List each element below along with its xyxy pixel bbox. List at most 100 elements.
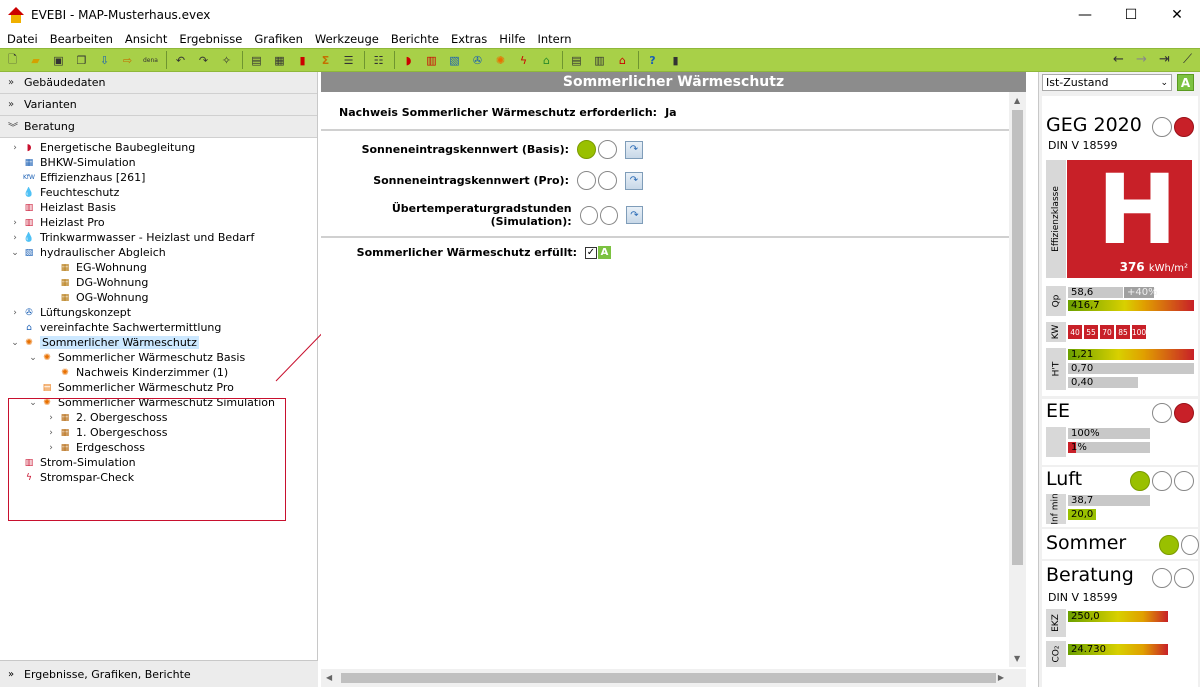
- chp-icon: ▦: [24, 157, 34, 168]
- tree-item[interactable]: › ◗ Energetische Baubegleitung: [0, 140, 317, 155]
- tree-item[interactable]: › 💧 Trinkwarmwasser - Heizlast und Bedarf: [0, 230, 317, 245]
- jump-icon[interactable]: ⇥: [1156, 51, 1173, 68]
- ladder-icon[interactable]: ☷: [370, 52, 387, 69]
- menu-bearbeiten[interactable]: Bearbeiten: [44, 32, 119, 46]
- jump-to-detail-icon[interactable]: ↷: [625, 171, 643, 190]
- expand-down-icon[interactable]: ⌄: [10, 248, 20, 258]
- new-file-icon[interactable]: 🗋: [4, 52, 21, 69]
- jump-to-detail-icon[interactable]: ↷: [625, 206, 643, 224]
- scroll-left-icon[interactable]: ◀: [326, 673, 332, 682]
- copy-icon[interactable]: ❐: [73, 52, 90, 69]
- back-arrow-icon[interactable]: ←: [1110, 51, 1127, 68]
- menu-datei[interactable]: Datei: [0, 32, 44, 46]
- save-icon[interactable]: ▣: [50, 52, 67, 69]
- vertical-scrollbar[interactable]: ▲ ▼: [1009, 92, 1026, 667]
- forward-arrow-icon[interactable]: →: [1133, 51, 1150, 68]
- graph-icon[interactable]: ⟋: [1179, 51, 1196, 68]
- tree-item[interactable]: ▦ BHKW-Simulation: [0, 155, 317, 170]
- expand-down-icon[interactable]: ⌄: [10, 338, 20, 348]
- export-icon[interactable]: ⇨: [119, 52, 136, 69]
- requirement-value: Ja: [665, 106, 677, 119]
- hydraulic-icon[interactable]: ▧: [446, 52, 463, 69]
- house-check-icon[interactable]: ⌂: [614, 52, 631, 69]
- house-icon[interactable]: ⌂: [538, 52, 555, 69]
- section-gebaeudedaten[interactable]: » Gebäudedaten: [0, 72, 317, 94]
- heatload-icon: ▥: [24, 217, 34, 228]
- document-list-icon[interactable]: ▥: [591, 52, 608, 69]
- lightning-icon[interactable]: ϟ: [515, 52, 532, 69]
- scroll-up-icon[interactable]: ▲: [1014, 96, 1020, 105]
- state-select[interactable]: Ist-Zustand ⌄: [1042, 74, 1172, 91]
- heatload-icon[interactable]: ▥: [423, 52, 440, 69]
- table-icon[interactable]: ▦: [271, 52, 288, 69]
- maximize-button[interactable]: ☐: [1108, 0, 1154, 30]
- menu-hilfe[interactable]: Hilfe: [493, 32, 531, 46]
- undo-icon[interactable]: ↶: [172, 52, 189, 69]
- scroll-right-icon[interactable]: ▶: [998, 673, 1004, 682]
- section-varianten[interactable]: » Varianten: [0, 94, 317, 116]
- sun-icon[interactable]: ✺: [492, 52, 509, 69]
- tree-item[interactable]: 💧 Feuchteschutz: [0, 185, 317, 200]
- expand-right-icon[interactable]: ›: [10, 218, 20, 228]
- section-beratung[interactable]: ︾ Beratung: [0, 116, 317, 138]
- menu-extras[interactable]: Extras: [445, 32, 493, 46]
- minimize-button[interactable]: —: [1062, 0, 1108, 30]
- redo-icon[interactable]: ↷: [195, 52, 212, 69]
- section-ergebnisse[interactable]: » Ergebnisse, Grafiken, Berichte: [0, 660, 318, 687]
- energy-value: 376 kWh/m²: [1119, 260, 1188, 274]
- evaluation-row: Sonneneintragskennwert (Basis): ↷: [321, 140, 643, 159]
- evaluation-row: Übertemperaturgradstunden (Simulation): ↷: [321, 202, 643, 228]
- ee-side-label: [1046, 427, 1066, 457]
- import-icon[interactable]: ⇩: [96, 52, 113, 69]
- tree-item[interactable]: ▦ EG-Wohnung: [0, 260, 317, 275]
- menu-ansicht[interactable]: Ansicht: [119, 32, 173, 46]
- luft-status-empty-1: [1152, 471, 1172, 491]
- effizienzklasse-label: Effizienzklasse: [1046, 160, 1066, 278]
- ventilation-icon[interactable]: ✇: [469, 52, 486, 69]
- ht-bar-2: 0,70: [1068, 363, 1194, 374]
- expand-right-icon[interactable]: ›: [10, 308, 20, 318]
- tree-item-label: vereinfachte Sachwertermittlung: [40, 321, 222, 334]
- expand-right-icon[interactable]: ›: [10, 143, 20, 153]
- jump-to-detail-icon[interactable]: ↷: [625, 140, 643, 159]
- luft-status-green: [1130, 471, 1150, 491]
- hat-icon[interactable]: ◗: [400, 52, 417, 69]
- expand-down-icon[interactable]: ⌄: [28, 353, 38, 363]
- horizontal-scrollbar[interactable]: ◀ ▶: [321, 669, 1026, 687]
- list-icon[interactable]: ☰: [340, 52, 357, 69]
- ht-label: H'T: [1046, 348, 1066, 390]
- qp-bar-2: +40%: [1124, 287, 1158, 298]
- ht-bar-1: 1,21: [1068, 349, 1194, 360]
- expand-right-icon[interactable]: ›: [10, 233, 20, 243]
- close-button[interactable]: ✕: [1154, 0, 1200, 30]
- menu-intern[interactable]: Intern: [531, 32, 577, 46]
- help-icon[interactable]: ?: [644, 52, 661, 69]
- status-circle: [579, 205, 598, 225]
- menu-berichte[interactable]: Berichte: [385, 32, 445, 46]
- geg-title: GEG 2020: [1046, 114, 1142, 136]
- geg-norm: DIN V 18599: [1048, 139, 1118, 152]
- open-folder-icon[interactable]: ▰: [27, 52, 44, 69]
- tree-item[interactable]: › ▥ Heizlast Pro: [0, 215, 317, 230]
- luft-bar-2: 20,0: [1068, 509, 1096, 520]
- calculator-icon[interactable]: ▮: [667, 52, 684, 69]
- document-icon[interactable]: ▤: [568, 52, 585, 69]
- sum-icon[interactable]: Σ: [317, 52, 334, 69]
- double-chevron-right-icon: »: [8, 77, 15, 88]
- scroll-down-icon[interactable]: ▼: [1014, 654, 1020, 663]
- tree-item[interactable]: KfW Effizienzhaus [261]: [0, 170, 317, 185]
- tree-item-label: DG-Wohnung: [76, 276, 149, 289]
- menu-ergebnisse[interactable]: Ergebnisse: [173, 32, 248, 46]
- highlight-box: [8, 398, 286, 521]
- chart-icon[interactable]: ▮: [294, 52, 311, 69]
- report-icon[interactable]: ▤: [248, 52, 265, 69]
- tree-item[interactable]: ▥ Heizlast Basis: [0, 200, 317, 215]
- geg-card: GEG 2020 DIN V 18599 Effizienzklasse H 3…: [1042, 96, 1198, 396]
- tree-item[interactable]: ⌄ ▧ hydraulischer Abgleich: [0, 245, 317, 260]
- fulfilled-checkbox[interactable]: ✓: [585, 246, 597, 259]
- menu-grafiken[interactable]: Grafiken: [248, 32, 309, 46]
- wand-icon[interactable]: ✧: [218, 52, 235, 69]
- dena-icon[interactable]: dena: [142, 52, 159, 69]
- ekz-label: EKZ: [1046, 609, 1066, 637]
- menu-werkzeuge[interactable]: Werkzeuge: [309, 32, 385, 46]
